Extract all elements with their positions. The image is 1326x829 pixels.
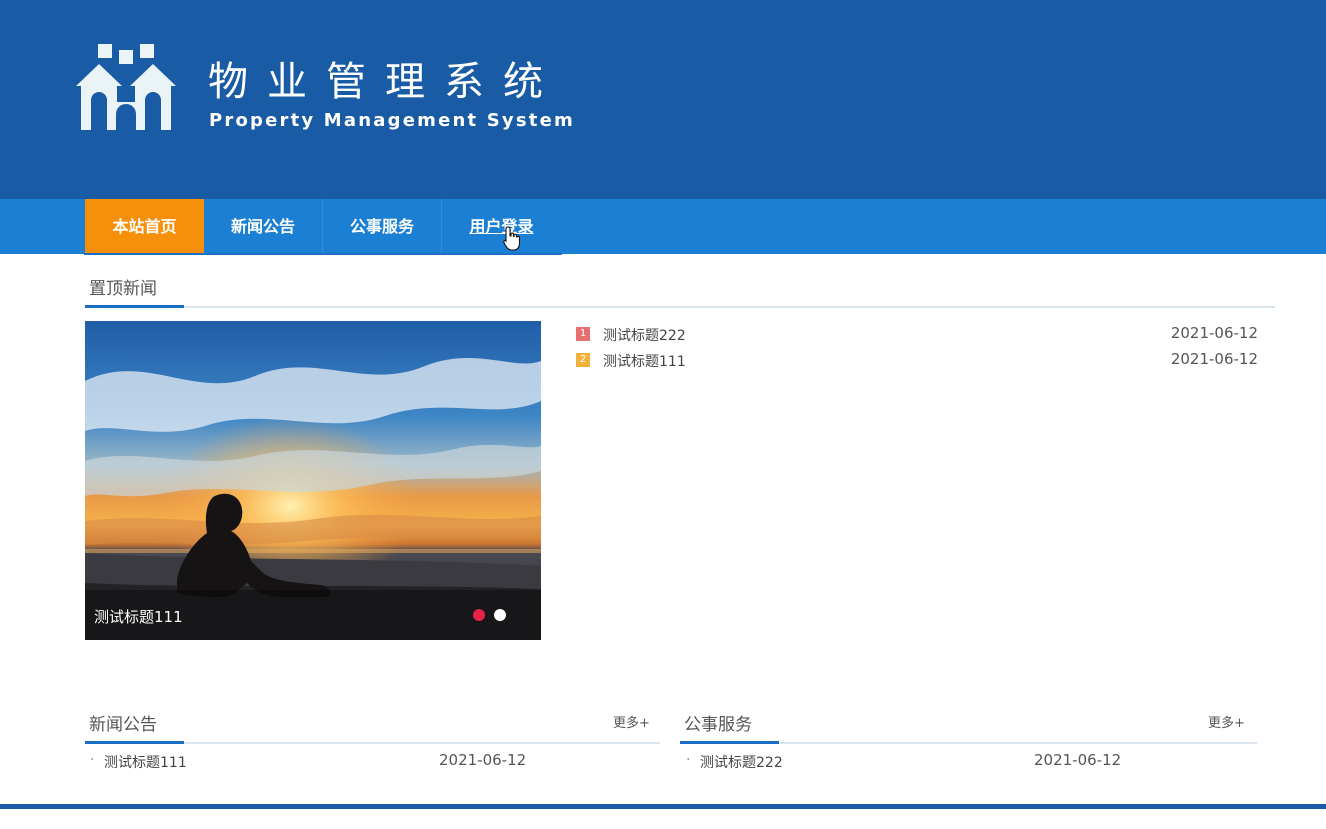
service-item-date: 2021-06-12 (1034, 751, 1122, 769)
news-more-link[interactable]: 更多+ (613, 712, 650, 731)
slider-caption[interactable]: 测试标题111 (94, 606, 183, 627)
site-subtitle: Property Management System (209, 110, 575, 131)
hand-cursor-icon (503, 226, 521, 251)
table-row[interactable]: · 测试标题222 2021-06-12 (686, 751, 1121, 773)
news-date: 2021-06-12 (1170, 350, 1258, 368)
news-title[interactable]: 测试标题111 (603, 351, 686, 371)
slider-dot-2[interactable] (494, 609, 506, 621)
bullet: · (686, 752, 691, 768)
header-banner: 物业管理系统 Property Management System (0, 0, 1326, 199)
houses-logo-icon (76, 44, 176, 130)
main-nav: 本站首页 新闻公告 公事服务 用户登录 (0, 199, 1326, 254)
nav-underline (84, 253, 562, 255)
nav-news[interactable]: 新闻公告 (204, 199, 323, 254)
top-news-accent (85, 305, 184, 308)
bullet: · (90, 752, 95, 768)
rank-badge: 2 (576, 353, 590, 367)
table-row[interactable]: · 测试标题111 2021-06-12 (90, 751, 526, 773)
news-slider[interactable]: 测试标题111 (85, 321, 541, 640)
list-item[interactable]: 1 测试标题222 2021-06-12 (576, 324, 1258, 346)
news-section-heading: 新闻公告 (89, 715, 157, 735)
top-news-heading: 置顶新闻 (89, 279, 157, 299)
footer-bar (0, 804, 1326, 809)
service-more-link[interactable]: 更多+ (1208, 712, 1245, 731)
rank-badge: 1 (576, 327, 590, 341)
news-item-title[interactable]: 测试标题111 (104, 752, 187, 772)
service-section-heading: 公事服务 (684, 715, 752, 735)
news-section-accent (85, 741, 184, 744)
nav-home[interactable]: 本站首页 (85, 199, 204, 254)
site-title: 物业管理系统 (208, 59, 562, 105)
top-news-divider (85, 306, 1275, 308)
nav-login[interactable]: 用户登录 (442, 199, 561, 254)
news-title[interactable]: 测试标题222 (603, 325, 686, 345)
nav-services[interactable]: 公事服务 (323, 199, 442, 254)
list-item[interactable]: 2 测试标题111 2021-06-12 (576, 350, 1258, 372)
service-item-title[interactable]: 测试标题222 (700, 752, 783, 772)
news-item-date: 2021-06-12 (439, 751, 527, 769)
slider-dot-1[interactable] (473, 609, 485, 621)
service-section-accent (680, 741, 779, 744)
news-date: 2021-06-12 (1170, 324, 1258, 342)
